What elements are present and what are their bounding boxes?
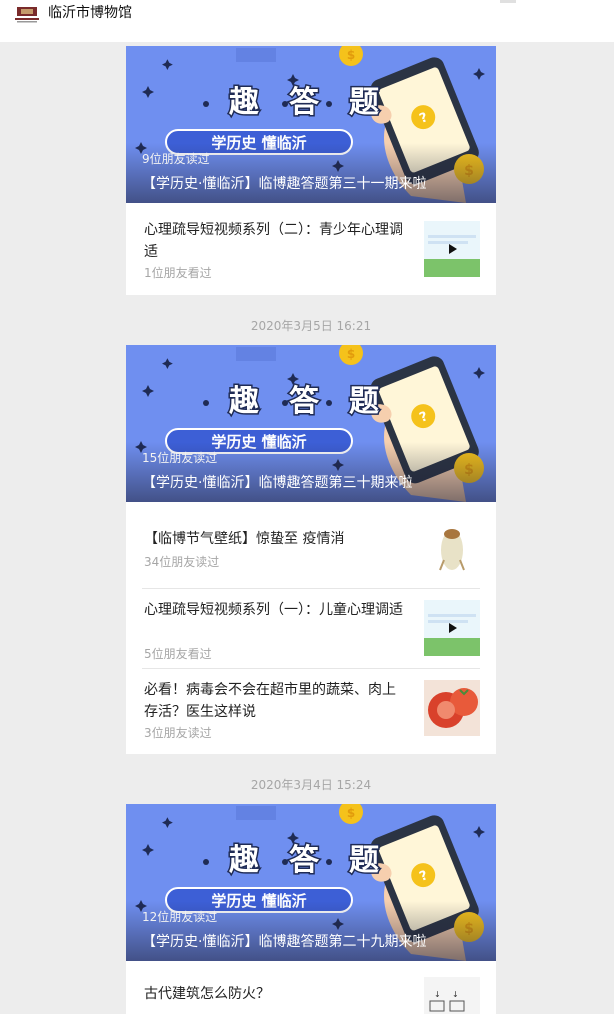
- list-item[interactable]: 心理疏导短视频系列（一）：儿童心理调适 5位朋友看过: [126, 588, 496, 668]
- item-read-count: 34位朋友读过: [144, 555, 220, 569]
- play-icon: [449, 623, 457, 633]
- article-card: 15位朋友读过 【学历史·懂临沂】临博趣答题第三十期来啦 【临博节气壁纸】惊蛰至…: [126, 345, 496, 754]
- cicada-thumbnail[interactable]: [424, 520, 480, 576]
- date-separator: 2020年3月4日 15:24: [250, 778, 372, 792]
- date-separator: 2020年3月5日 16:21: [250, 319, 372, 333]
- top-bar: 临沂市博物馆: [0, 0, 614, 42]
- list-item[interactable]: 【临博节气壁纸】惊蛰至 疫情消 34位朋友读过: [126, 502, 496, 588]
- article-card: 12位朋友读过 【学历史·懂临沂】临博趣答题第二十九期来啦 古代建筑怎么防火？ …: [126, 804, 496, 1014]
- hero-read-count: 12位朋友读过: [142, 910, 218, 924]
- tomato-thumbnail[interactable]: [424, 680, 480, 736]
- diagram-thumbnail[interactable]: ↓ ↓: [424, 977, 480, 1014]
- item-title[interactable]: 【临博节气壁纸】惊蛰至 疫情消: [144, 528, 406, 550]
- hero-article[interactable]: 12位朋友读过 【学历史·懂临沂】临博趣答题第二十九期来啦: [126, 804, 496, 961]
- svg-text:↓: ↓: [452, 990, 459, 999]
- list-item[interactable]: 心理疏导短视频系列（二）：青少年心理调适 1位朋友看过: [126, 203, 496, 295]
- article-card: 9位朋友读过 【学历史·懂临沂】临博趣答题第三十一期来啦 心理疏导短视频系列（二…: [126, 46, 496, 295]
- item-read-count: 5位朋友看过: [144, 647, 212, 661]
- hero-read-count: 9位朋友读过: [142, 152, 210, 166]
- item-title[interactable]: 心理疏导短视频系列（一）：儿童心理调适: [144, 599, 406, 621]
- hero-title[interactable]: 【学历史·懂临沂】临博趣答题第二十九期来啦: [142, 933, 426, 951]
- hero-read-count: 15位朋友读过: [142, 451, 218, 465]
- item-title[interactable]: 必看！病毒会不会在超市里的蔬菜、肉上存活？医生这样说: [144, 679, 406, 723]
- hero-article[interactable]: 15位朋友读过 【学历史·懂临沂】临博趣答题第三十期来啦: [126, 345, 496, 502]
- list-item[interactable]: 古代建筑怎么防火？ ↓ ↓: [126, 961, 496, 1014]
- list-item[interactable]: 必看！病毒会不会在超市里的蔬菜、肉上存活？医生这样说 3位朋友读过: [126, 668, 496, 754]
- hero-title[interactable]: 【学历史·懂临沂】临博趣答题第三十期来啦: [142, 474, 412, 492]
- item-read-count: 3位朋友读过: [144, 726, 212, 740]
- video-thumbnail[interactable]: [424, 600, 480, 656]
- item-title[interactable]: 心理疏导短视频系列（二）：青少年心理调适: [144, 219, 406, 263]
- item-read-count: 1位朋友看过: [144, 266, 212, 280]
- item-title[interactable]: 古代建筑怎么防火？: [144, 983, 406, 1005]
- play-icon: [449, 244, 457, 254]
- svg-text:↓: ↓: [434, 990, 441, 999]
- hero-article[interactable]: 9位朋友读过 【学历史·懂临沂】临博趣答题第三十一期来啦: [126, 46, 496, 203]
- account-name[interactable]: 临沂市博物馆: [48, 4, 132, 22]
- museum-logo-icon[interactable]: [13, 5, 41, 25]
- video-thumbnail[interactable]: [424, 221, 480, 277]
- top-edge-tab: [500, 0, 516, 3]
- hero-title[interactable]: 【学历史·懂临沂】临博趣答题第三十一期来啦: [142, 175, 426, 193]
